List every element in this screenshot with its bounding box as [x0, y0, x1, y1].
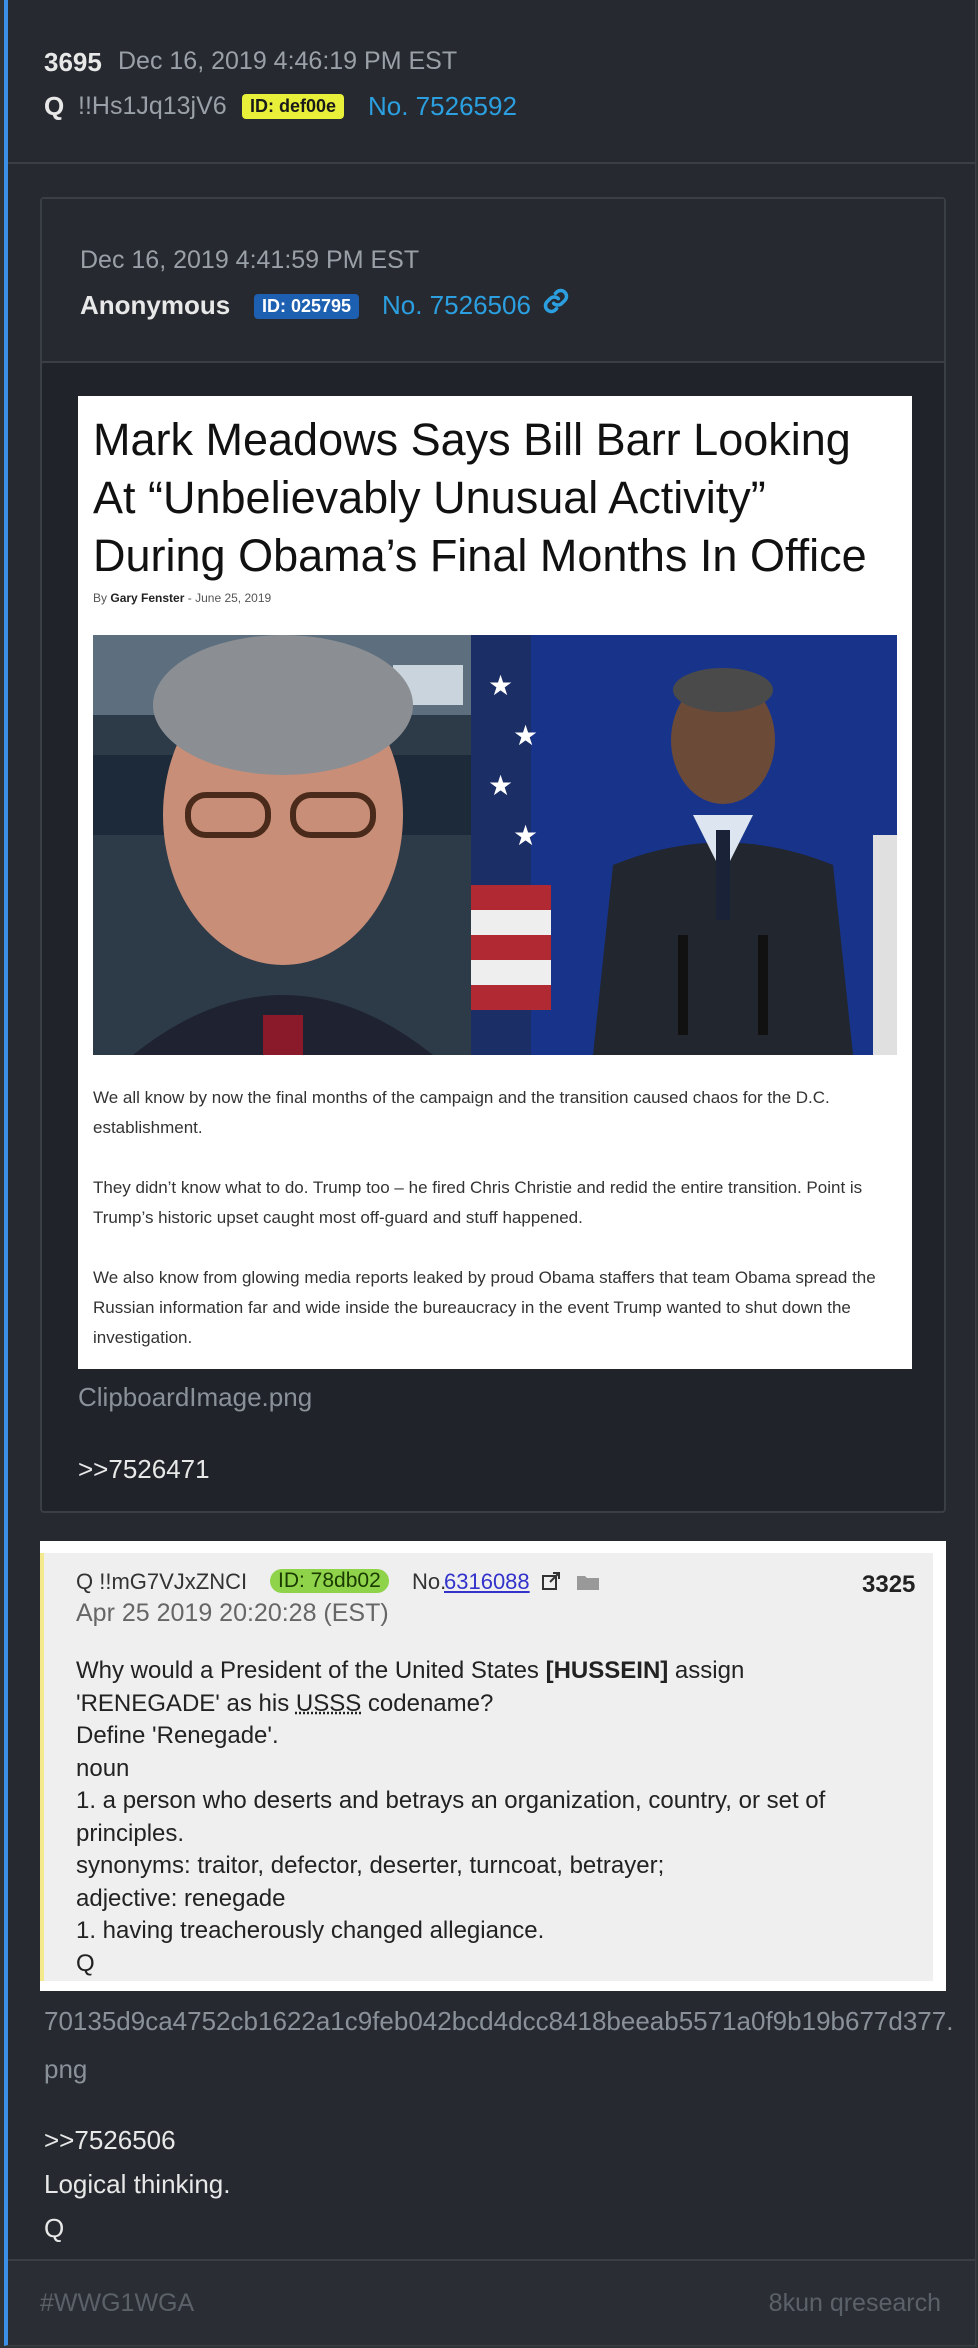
q-drop-date: Apr 25 2019 20:20:28 (EST): [76, 1599, 389, 1627]
quoted-post-number-link[interactable]: No. 7526506: [382, 290, 531, 321]
post-tripcode: !!Hs1Jq13jV6: [78, 92, 227, 120]
q-drop-count: 3325: [862, 1571, 916, 1598]
q-drop-body: Why would a President of the United Stat…: [76, 1655, 916, 1980]
q-drop-name: Q !!mG7VJxZNCI: [76, 1569, 248, 1594]
reply-reference[interactable]: >>7526471: [78, 1454, 210, 1485]
q-post-card: 3695 Dec 16, 2019 4:46:19 PM EST Q !!Hs1…: [4, 0, 976, 2346]
post-id-badge: ID: def00e: [242, 94, 345, 119]
message-reply-link[interactable]: >>7526506: [44, 2118, 230, 2162]
post-author: Q: [44, 91, 65, 121]
message-signature: Q: [44, 2213, 65, 2243]
article-paragraph: They didn’t know what to do. Trump too –…: [93, 1178, 863, 1227]
quoted-post-header: Dec 16, 2019 4:41:59 PM EST Anonymous ID…: [42, 199, 944, 363]
footer-hashtag[interactable]: #WWG1WGA: [40, 2289, 194, 2318]
quoted-post: Dec 16, 2019 4:41:59 PM EST Anonymous ID…: [40, 197, 946, 1513]
q-drop-text: assign: [668, 1657, 745, 1684]
folder-icon[interactable]: [576, 1573, 600, 1591]
article-paragraph: We also know from glowing media reports …: [93, 1268, 876, 1347]
quoted-post-date: Dec 16, 2019 4:41:59 PM EST: [80, 246, 420, 274]
byline-separator: -: [187, 591, 192, 605]
article-photo-art: ★ ★ ★ ★: [93, 635, 897, 1055]
q-drop-abbrev: USSS: [295, 1689, 362, 1717]
article-title: Mark Meadows Says Bill Barr Looking At “…: [93, 414, 867, 581]
byline-by: By: [93, 591, 108, 605]
q-drop-no-label: No.: [412, 1569, 447, 1594]
post-date: Dec 16, 2019 4:46:19 PM EST: [118, 47, 458, 75]
q-drop-no-link[interactable]: 6316088: [444, 1569, 530, 1595]
footer-source[interactable]: 8kun qresearch: [769, 2289, 941, 2318]
quoted-post-author: Anonymous: [80, 290, 231, 320]
svg-text:★: ★: [488, 670, 513, 701]
link-chain-icon[interactable]: [542, 287, 570, 315]
attachment-filename-2[interactable]: 70135d9ca4752cb1622a1c9feb042bcd4dcc8418…: [44, 1997, 954, 2093]
post-number-link[interactable]: No. 7526592: [368, 91, 517, 122]
q-drop-text: codename?: [361, 1689, 494, 1717]
q-drop-text: Why would a President of the United Stat…: [76, 1657, 546, 1684]
article-screenshot[interactable]: Mark Meadows Says Bill Barr Looking At “…: [78, 396, 912, 1369]
article-byline: By Gary Fenster - June 25, 2019: [93, 591, 271, 605]
q-drop-text: Define 'Renegade'. noun 1. a person who …: [76, 1722, 826, 1977]
svg-text:★: ★: [513, 720, 538, 751]
post-header: 3695 Dec 16, 2019 4:46:19 PM EST Q !!Hs1…: [8, 0, 975, 164]
article-date: June 25, 2019: [195, 591, 272, 605]
q-drop-id-badge: ID: 78db02: [270, 1569, 389, 1593]
post-footer: #WWG1WGA 8kun qresearch: [8, 2259, 975, 2345]
attachment-filename[interactable]: ClipboardImage.png: [78, 1382, 312, 1413]
svg-text:★: ★: [488, 770, 513, 801]
article-paragraph: We all know by now the final months of t…: [93, 1088, 830, 1137]
q-drop-card: Q !!mG7VJxZNCI ID: 78db02 No. 6316088 33…: [40, 1553, 933, 1981]
quoted-post-id-badge: ID: 025795: [254, 294, 360, 319]
article-author: Gary Fenster: [110, 591, 185, 605]
q-drop-capture[interactable]: Q !!mG7VJxZNCI ID: 78db02 No. 6316088 33…: [40, 1541, 946, 1991]
external-link-icon[interactable]: [541, 1571, 561, 1591]
post-message: >>7526506 Logical thinking. Q: [44, 2118, 230, 2250]
q-drop-text: 'RENEGADE' as his: [76, 1689, 296, 1717]
svg-text:★: ★: [513, 820, 538, 851]
q-drop-bold: [HUSSEIN]: [545, 1657, 669, 1684]
message-line: Logical thinking.: [44, 2169, 231, 2199]
article-photo: ★ ★ ★ ★: [93, 635, 897, 1055]
post-number: 3695: [44, 47, 102, 77]
